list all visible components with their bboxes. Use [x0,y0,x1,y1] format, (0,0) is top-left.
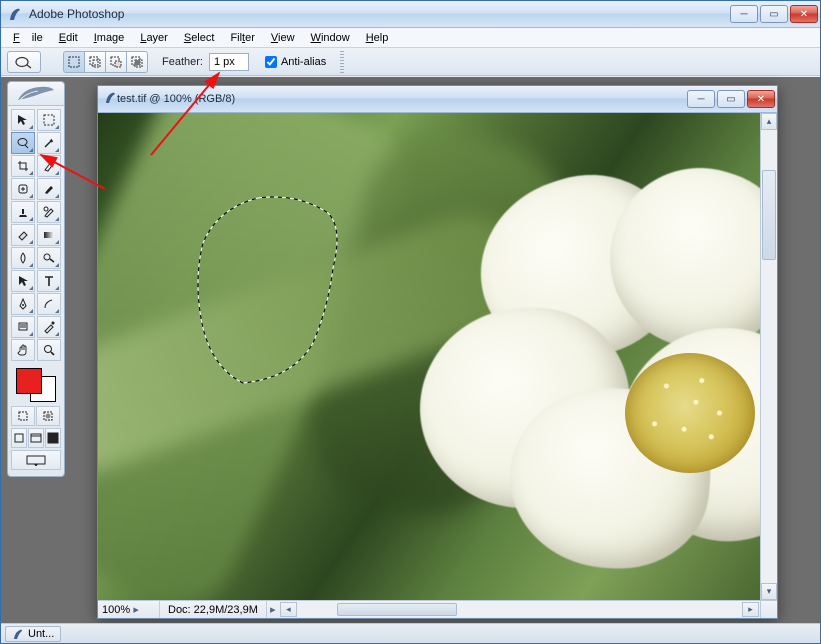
foreground-color-swatch[interactable] [16,368,42,394]
scroll-right-button[interactable]: ▸ [742,602,759,617]
standard-mode-button[interactable] [11,406,35,426]
type-tool[interactable] [37,270,61,292]
clone-stamp-tool[interactable] [11,201,35,223]
dodge-tool[interactable] [37,247,61,269]
horizontal-scrollbar[interactable]: ◂ ▸ [279,602,760,617]
resize-grip[interactable] [760,601,777,618]
canvas[interactable] [98,113,760,600]
gradient-tool[interactable] [37,224,61,246]
zoom-tool[interactable] [37,339,61,361]
menu-window[interactable]: Window [305,30,356,46]
lasso-tool[interactable] [11,132,35,154]
selection-new-button[interactable] [63,51,85,73]
app-taskbar: Unt... [1,623,820,643]
taskbar-doc-button[interactable]: Unt... [5,626,61,642]
document-title: test.tif @ 100% (RGB/8) [117,93,687,105]
color-swatches [8,364,64,404]
zoom-chevron-icon[interactable]: ▸ [130,603,142,616]
app-window: Adobe Photoshop ─ ▭ ✕ File Edit Image La… [0,0,821,644]
healing-brush-tool[interactable] [11,178,35,200]
hscroll-thumb[interactable] [337,603,457,616]
doc-maximize-button[interactable]: ▭ [717,90,745,108]
move-tool[interactable] [11,109,35,131]
selection-subtract-button[interactable] [105,51,127,73]
document-statusbar: 100%▸ Doc: 22,9M/23,9M ▸ ◂ ▸ [98,600,777,618]
main-titlebar[interactable]: Adobe Photoshop ─ ▭ ✕ [1,1,820,28]
canvas-area: ▴ ▾ [98,113,777,600]
toolbox[interactable] [7,81,65,477]
zoom-field[interactable]: 100%▸ [98,601,160,618]
marquee-tool[interactable] [37,109,61,131]
minimize-button[interactable]: ─ [730,5,758,23]
path-selection-tool[interactable] [11,270,35,292]
screenmode-standard-button[interactable] [11,428,27,448]
taskbar-doc-label: Unt... [28,628,54,640]
close-button[interactable]: ✕ [790,5,818,23]
hand-tool[interactable] [11,339,35,361]
selection-add-button[interactable] [84,51,106,73]
notes-tool[interactable] [11,316,35,338]
current-tool-chip[interactable] [7,51,41,73]
lasso-selection [168,183,368,403]
ps-app-icon [7,6,23,22]
screen-mode-row [8,426,64,448]
shape-tool[interactable] [37,293,61,315]
scroll-up-button[interactable]: ▴ [761,113,777,130]
menu-edit[interactable]: Edit [53,30,84,46]
scroll-left-button[interactable]: ◂ [280,602,297,617]
magic-wand-tool[interactable] [37,132,61,154]
doc-info-field[interactable]: Doc: 22,9M/23,9M [160,601,267,618]
vscroll-track[interactable] [761,130,777,583]
antialias-checkbox[interactable]: Anti-alias [265,56,326,68]
hscroll-track[interactable] [297,602,742,617]
vertical-scrollbar[interactable]: ▴ ▾ [760,113,777,600]
doc-icon [104,91,117,107]
eyedropper-tool[interactable] [37,316,61,338]
options-grip[interactable] [340,51,344,73]
document-titlebar[interactable]: test.tif @ 100% (RGB/8) ─ ▭ ✕ [98,86,777,113]
history-brush-tool[interactable] [37,201,61,223]
selection-mode-group [63,51,148,73]
blur-tool[interactable] [11,247,35,269]
pen-tool[interactable] [11,293,35,315]
brush-tool[interactable] [37,178,61,200]
eraser-tool[interactable] [11,224,35,246]
jump-row [8,448,64,470]
slice-tool[interactable] [37,155,61,177]
docinfo-chevron-icon[interactable]: ▸ [267,603,279,616]
menu-help[interactable]: Help [360,30,395,46]
quickmask-mode-button[interactable] [36,406,60,426]
feather-input[interactable] [209,53,249,71]
selection-intersect-button[interactable] [126,51,148,73]
tools-grid [8,106,64,364]
feather-label: Feather: [162,56,203,68]
document-window[interactable]: test.tif @ 100% (RGB/8) ─ ▭ ✕ [97,85,778,619]
flower-image-region [420,158,760,578]
jump-to-button[interactable] [11,450,61,470]
menu-bar: File Edit Image Layer Select Filter View… [1,28,820,48]
screenmode-full-menu-button[interactable] [28,428,44,448]
menu-select[interactable]: Select [178,30,221,46]
menu-image[interactable]: Image [88,30,131,46]
antialias-check-input[interactable] [265,56,277,68]
menu-filter[interactable]: Filter [224,30,260,46]
mode-row [8,404,64,426]
options-bar: Feather: Anti-alias [1,48,820,76]
doc-minimize-button[interactable]: ─ [687,90,715,108]
crop-tool[interactable] [11,155,35,177]
menu-layer[interactable]: Layer [134,30,174,46]
maximize-button[interactable]: ▭ [760,5,788,23]
scroll-down-button[interactable]: ▾ [761,583,777,600]
menu-view[interactable]: View [265,30,301,46]
vscroll-thumb[interactable] [762,170,776,260]
window-controls: ─ ▭ ✕ [730,5,818,23]
doc-close-button[interactable]: ✕ [747,90,775,108]
antialias-label: Anti-alias [281,56,326,68]
screenmode-full-button[interactable] [45,428,61,448]
app-title: Adobe Photoshop [29,7,730,21]
menu-file[interactable]: File [7,30,49,46]
toolbox-header[interactable] [8,82,64,106]
